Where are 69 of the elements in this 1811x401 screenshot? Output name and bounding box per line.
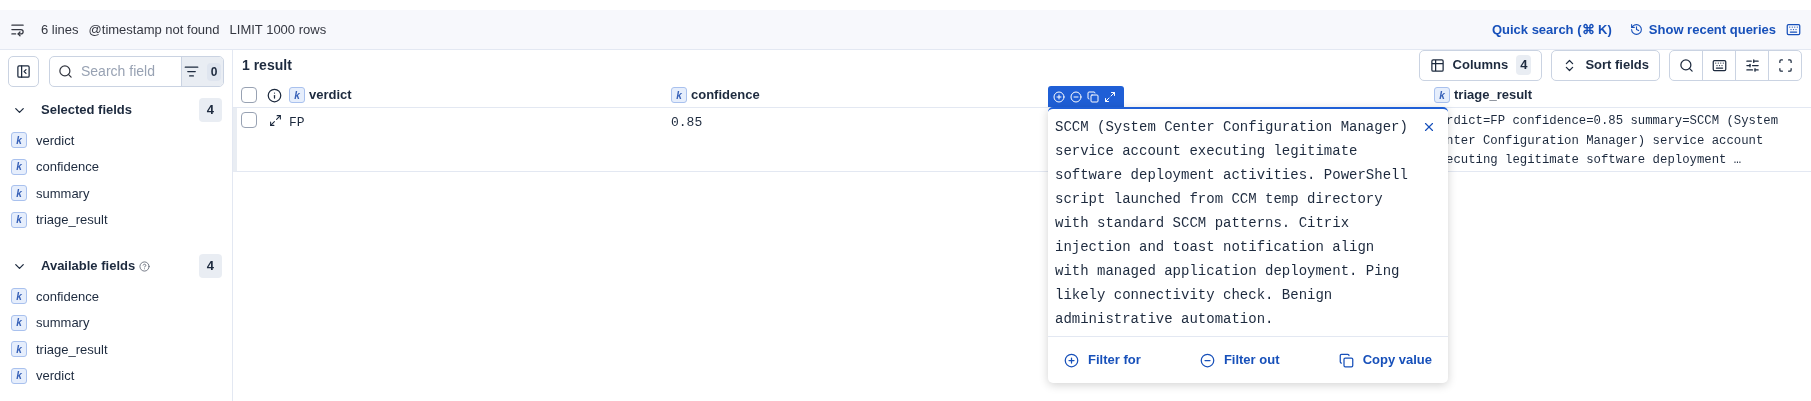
table-cell-line: ecuting legitimate software deployment … [1446,152,1742,169]
fullscreen-icon [1777,57,1793,73]
minus-circle-icon [1199,352,1215,368]
wrap-text-icon[interactable] [10,22,25,37]
table-cell: 0.85 [671,115,703,130]
field-name[interactable]: verdict [36,130,75,150]
cell-value-text: SCCM (System Center Configuration Manager) service account executing legitimate software deployment activities. PowerShell script launched from CCM temp directory with standard SCCM patterns. Citrix injection and toast notification align with managed application deployment. Ping likely connectivity check. Benign administrative automation. [1055,118,1409,329]
keyword-type-icon: k [11,132,27,149]
sidebar-toggle-button[interactable] [8,56,39,87]
keyword-type-icon: k [11,185,27,202]
keyword-type-icon: k [671,87,687,103]
column-header[interactable]: triage_result [1454,85,1533,105]
popover-action-link[interactable]: Copy value [1338,350,1432,370]
section-title: Available fields [41,257,136,276]
keyword-type-icon: k [11,211,27,228]
field-name[interactable]: confidence [36,286,99,306]
quick-search-link[interactable]: Quick search (⌘ K) [1491,19,1612,40]
expand-icon[interactable] [269,114,282,127]
keyword-type-icon: k [11,367,27,384]
keyword-type-icon: k [11,341,27,358]
keyword-type-icon: k [11,288,27,305]
filter-icon [183,64,199,79]
popover-action-link[interactable]: Filter out [1199,350,1280,370]
field-name[interactable]: triage_result [36,339,108,359]
keyboard-icon [1711,57,1727,73]
field-filter-button[interactable]: 0 [181,57,223,86]
keyword-type-icon: k [11,158,27,175]
field-count: 4 [198,98,222,122]
sidebar-collapse-icon [16,64,31,79]
table-cell: FP [289,115,305,130]
recent-queries-link[interactable]: Show recent queries [1648,19,1776,40]
search-icon [1678,57,1694,73]
field-name[interactable]: verdict [36,366,75,386]
columns-button[interactable]: Columns 4 [1418,49,1543,81]
keyword-type-icon: k [1434,87,1450,103]
settings-icon [1744,57,1760,73]
field-name[interactable]: summary [36,313,90,333]
result-count: 1 result [242,55,292,75]
info-icon [267,87,282,103]
search-field[interactable]: Search field 0 [49,56,224,87]
keyword-type-icon: k [289,87,305,103]
column-header[interactable]: verdict [309,85,352,105]
field-name[interactable]: confidence [36,157,99,177]
minus-circle-icon[interactable] [1070,90,1082,103]
keyword-type-icon: k [11,314,27,331]
checkbox[interactable] [241,87,257,103]
plus-circle-icon[interactable] [1053,90,1065,103]
close-icon[interactable] [1422,120,1436,134]
copy-icon [1338,352,1354,368]
field-count: 4 [198,254,222,278]
field-name[interactable]: summary [36,183,90,203]
filter-count: 0 [206,62,222,81]
line-count: 6 lines [41,20,79,39]
search-icon [58,64,73,79]
row-limit: LIMIT 1000 rows [229,20,327,39]
popover-action-link[interactable]: Filter for [1064,350,1141,370]
table-icon [1429,57,1445,73]
timestamp-status: @timestamp not found [88,20,220,39]
field-name[interactable]: triage_result [36,210,108,230]
copy-icon[interactable] [1087,90,1099,103]
table-cell-line: rdict=FP confidence=0.85 summary=SCCM (System [1446,113,1779,130]
section-title: Selected fields [41,101,133,120]
plus-circle-icon [1064,352,1079,368]
keyboard-icon[interactable] [1786,22,1801,37]
checkbox[interactable] [241,112,257,128]
column-count: 4 [1516,55,1532,75]
history-icon [1629,23,1643,36]
sort-fields-button[interactable]: Sort fields [1551,49,1660,81]
column-header[interactable]: confidence [691,85,760,105]
